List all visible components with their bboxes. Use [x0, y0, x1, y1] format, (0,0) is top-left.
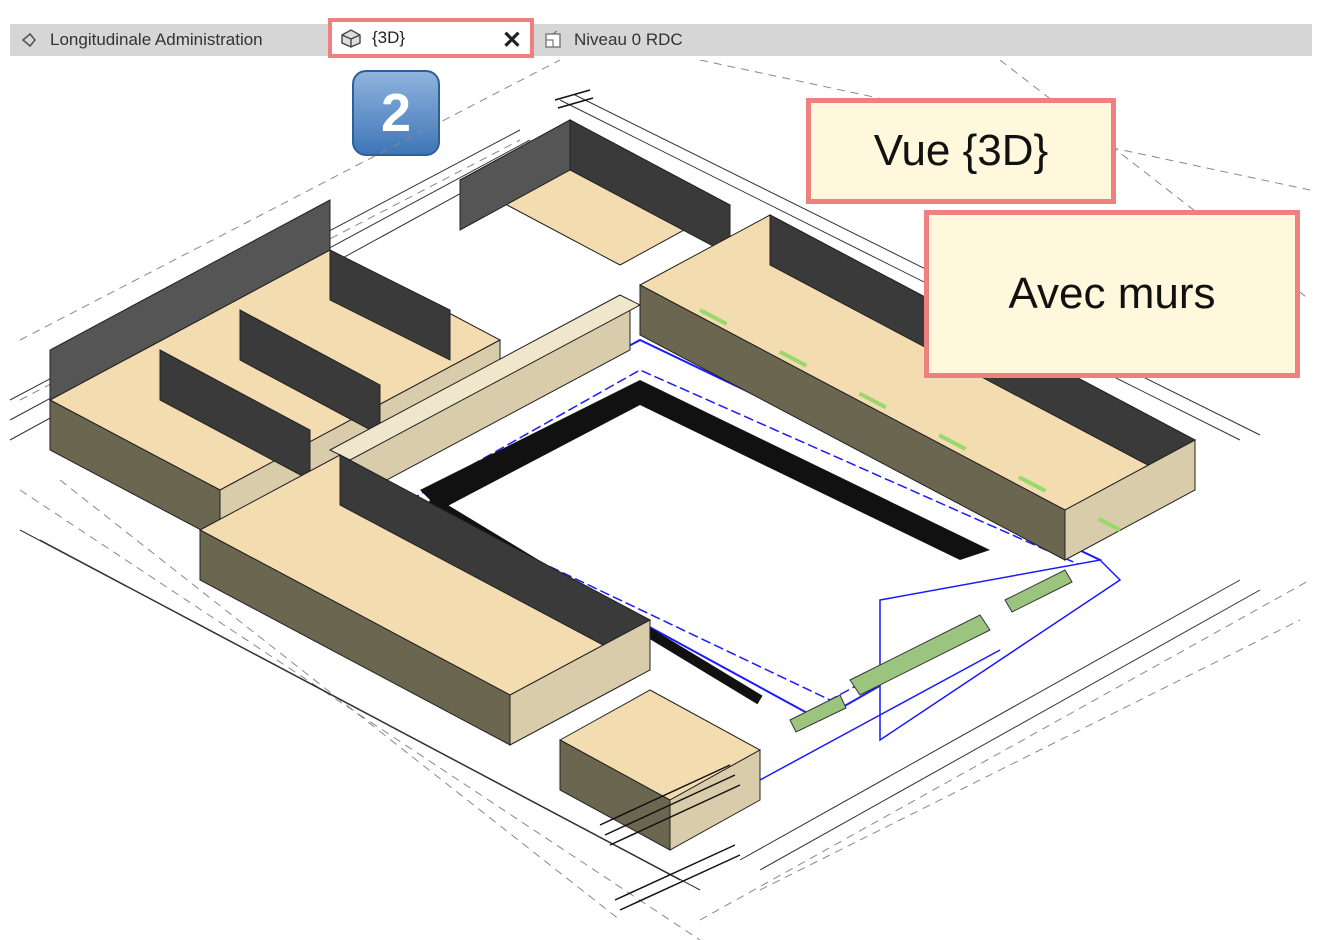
- upper-block: [458, 119, 732, 266]
- elevation-view-icon: [18, 29, 40, 51]
- close-icon[interactable]: ✕: [502, 26, 522, 55]
- view-tab-bar: Longitudinale Administration Niveau 0 RD…: [10, 24, 1312, 56]
- tab-label: {3D}: [372, 28, 406, 47]
- tab-3d[interactable]: {3D} ✕: [328, 18, 534, 58]
- view-callout: Vue {3D}: [806, 98, 1116, 204]
- 3d-model-viewport[interactable]: [0, 60, 1322, 940]
- 3d-view-icon: [340, 28, 362, 48]
- floor-plan-icon: [542, 29, 564, 51]
- tab-label: Niveau 0 RDC: [574, 30, 683, 49]
- tab-niveau-0-rdc[interactable]: Niveau 0 RDC: [542, 24, 683, 56]
- tab-label: Longitudinale Administration: [50, 30, 263, 49]
- walls-callout: Avec murs: [924, 210, 1300, 378]
- tab-longitudinale-administration[interactable]: Longitudinale Administration: [18, 24, 263, 56]
